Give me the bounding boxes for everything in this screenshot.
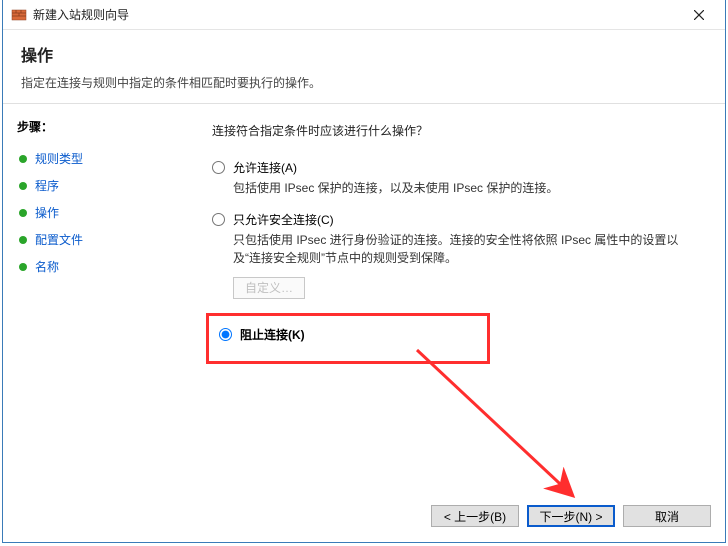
option-title: 允许连接(A) — [233, 159, 297, 176]
step-profile[interactable]: 配置文件 — [17, 226, 178, 253]
steps-label: 步骤： — [17, 118, 178, 135]
option-allow-secure-label[interactable]: 只允许安全连接(C) — [212, 211, 701, 228]
radio-allow[interactable] — [212, 161, 225, 174]
body: 步骤： 规则类型 程序 操作 配置文件 名称 连接符合指定条件时应该进行什么操作… — [3, 104, 725, 506]
step-label: 操作 — [35, 204, 59, 221]
option-title: 阻止连接(K) — [240, 326, 305, 343]
close-icon — [694, 10, 704, 20]
steps-list: 规则类型 程序 操作 配置文件 名称 — [17, 145, 178, 280]
option-title: 只允许安全连接(C) — [233, 211, 334, 228]
step-dot-icon — [19, 155, 27, 163]
page-title: 操作 — [21, 42, 707, 66]
step-rule-type[interactable]: 规则类型 — [17, 145, 178, 172]
back-button[interactable]: < 上一步(B) — [431, 505, 519, 527]
option-allow-label[interactable]: 允许连接(A) — [212, 159, 701, 176]
option-block: 阻止连接(K) — [219, 326, 473, 343]
header: 操作 指定在连接与规则中指定的条件相匹配时要执行的操作。 — [3, 30, 725, 99]
option-allow: 允许连接(A) 包括使用 IPsec 保护的连接，以及未使用 IPsec 保护的… — [212, 159, 701, 197]
wizard-window: 新建入站规则向导 操作 指定在连接与规则中指定的条件相匹配时要执行的操作。 步骤… — [2, 0, 726, 543]
step-label: 规则类型 — [35, 150, 83, 167]
step-dot-icon — [19, 263, 27, 271]
step-label: 配置文件 — [35, 231, 83, 248]
titlebar: 新建入站规则向导 — [3, 0, 725, 30]
close-button[interactable] — [677, 1, 721, 29]
option-desc: 包括使用 IPsec 保护的连接，以及未使用 IPsec 保护的连接。 — [233, 180, 701, 197]
step-label: 名称 — [35, 258, 59, 275]
content-pane: 连接符合指定条件时应该进行什么操作？ 允许连接(A) 包括使用 IPsec 保护… — [188, 104, 725, 506]
option-block-label[interactable]: 阻止连接(K) — [219, 326, 473, 343]
step-name[interactable]: 名称 — [17, 253, 178, 280]
option-desc: 只包括使用 IPsec 进行身份验证的连接。连接的安全性将依照 IPsec 属性… — [233, 232, 701, 267]
steps-sidebar: 步骤： 规则类型 程序 操作 配置文件 名称 — [3, 104, 188, 506]
next-button[interactable]: 下一步(N) > — [527, 505, 615, 527]
step-label: 程序 — [35, 177, 59, 194]
button-bar: < 上一步(B) 下一步(N) > 取消 — [3, 500, 725, 532]
customize-button: 自定义… — [233, 277, 305, 299]
firewall-icon — [11, 7, 27, 23]
window-title: 新建入站规则向导 — [33, 6, 677, 23]
step-program[interactable]: 程序 — [17, 172, 178, 199]
page-subtitle: 指定在连接与规则中指定的条件相匹配时要执行的操作。 — [21, 74, 707, 91]
option-allow-secure: 只允许安全连接(C) 只包括使用 IPsec 进行身份验证的连接。连接的安全性将… — [212, 211, 701, 299]
radio-block[interactable] — [219, 328, 232, 341]
cancel-button[interactable]: 取消 — [623, 505, 711, 527]
step-dot-icon — [19, 209, 27, 217]
question-text: 连接符合指定条件时应该进行什么操作？ — [212, 122, 701, 139]
highlight-annotation: 阻止连接(K) — [206, 313, 490, 364]
step-action[interactable]: 操作 — [17, 199, 178, 226]
step-dot-icon — [19, 236, 27, 244]
step-dot-icon — [19, 182, 27, 190]
radio-allow-secure[interactable] — [212, 213, 225, 226]
